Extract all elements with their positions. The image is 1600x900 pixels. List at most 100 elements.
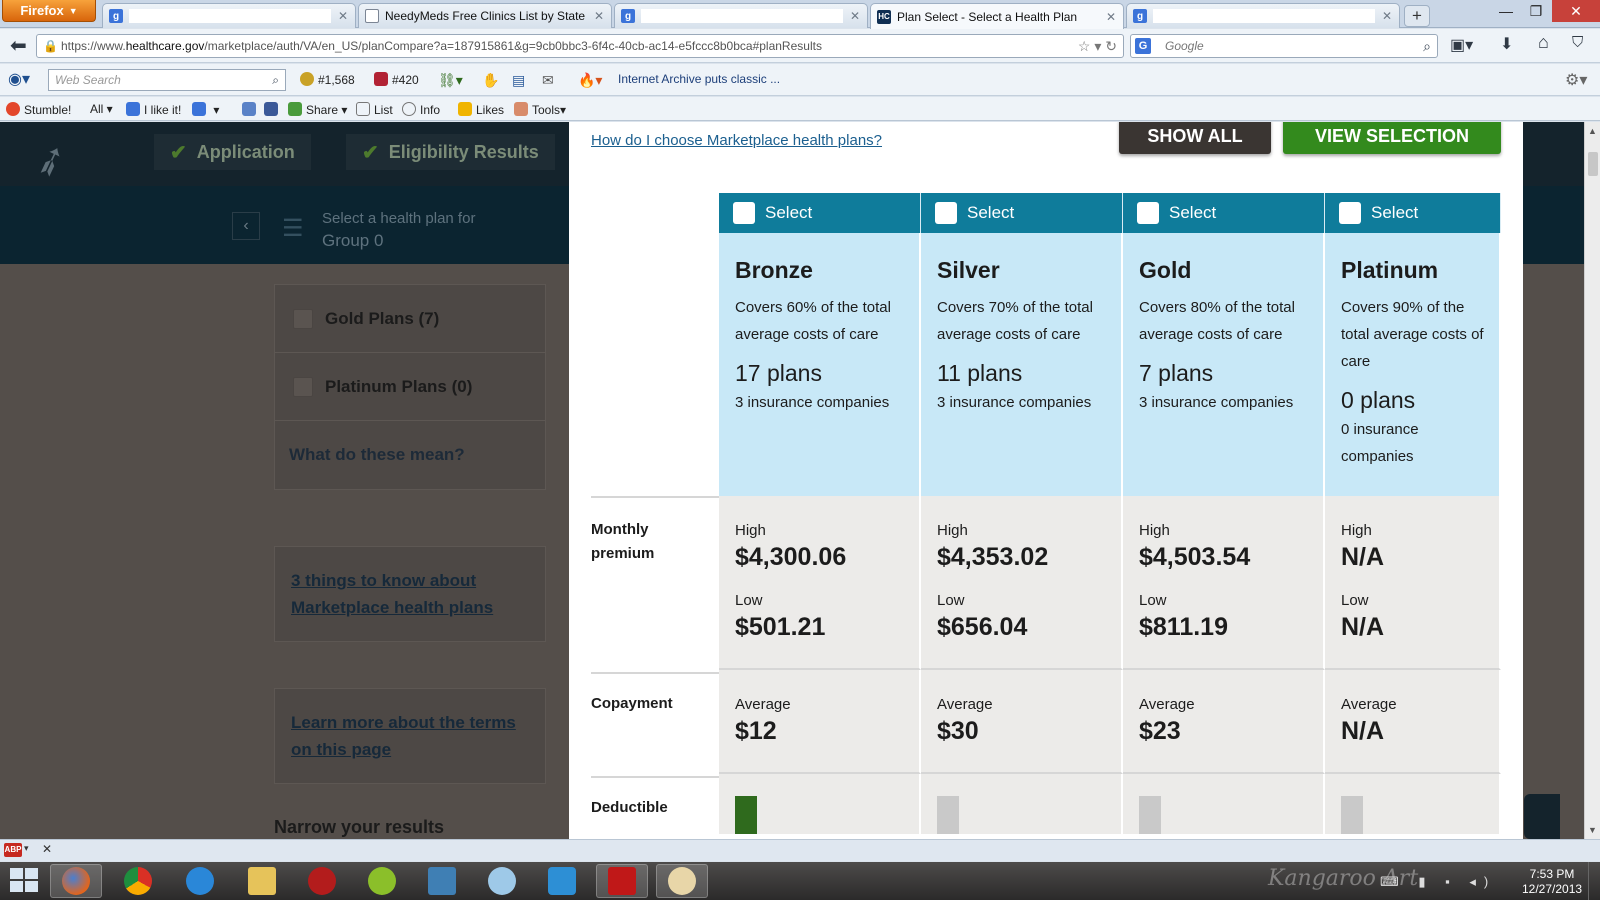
web-search-input[interactable]: Web Search ⌕ — [48, 69, 286, 91]
info-button[interactable]: Info — [402, 102, 440, 117]
close-tab-icon[interactable]: ✕ — [337, 9, 349, 23]
shield-icon[interactable]: ⛉ — [1572, 34, 1583, 51]
checkbox[interactable] — [1137, 202, 1159, 224]
home-icon[interactable]: ⌂ — [1538, 32, 1549, 53]
chevron-left-icon[interactable]: ‹ — [232, 212, 260, 240]
step-eligibility-results[interactable]: ✔ Eligibility Results — [346, 134, 555, 170]
new-tab-button[interactable]: + — [1404, 5, 1430, 27]
tier-info: Silver Covers 70% of the total average c… — [921, 233, 1123, 496]
all-dropdown[interactable]: All ▾ — [90, 102, 113, 116]
mail-icon[interactable]: ✉ — [542, 72, 554, 89]
minimize-icon[interactable]: — — [1490, 0, 1522, 22]
select-bronze[interactable]: Select — [719, 193, 921, 233]
taskbar-chrome[interactable] — [112, 864, 164, 898]
bookmark-star-icon[interactable]: ☆ ▾ ↻ — [1078, 35, 1117, 57]
share-button[interactable]: Share ▾ — [288, 102, 347, 117]
close-tab-icon[interactable]: ✕ — [849, 9, 861, 23]
list-button[interactable]: List — [356, 102, 393, 117]
rank-item[interactable]: #1,568 — [300, 72, 355, 87]
likes-button[interactable]: Likes — [458, 102, 504, 117]
browser-tab-2[interactable]: NeedyMeds Free Clinics List by State ✕ — [358, 3, 612, 28]
close-tab-icon[interactable]: ✕ — [1105, 10, 1117, 24]
taskbar-video[interactable] — [416, 864, 468, 898]
checkbox[interactable] — [293, 376, 313, 397]
chat-tab[interactable] — [1524, 794, 1560, 839]
filter-gold[interactable]: Gold Plans (7) — [275, 285, 545, 353]
search-icon[interactable]: ⌕ — [272, 70, 279, 90]
filter-platinum[interactable]: Platinum Plans (0) — [275, 353, 545, 421]
download-icon[interactable]: ⬇ — [1500, 34, 1513, 54]
taskbar-media[interactable] — [296, 864, 348, 898]
browser-tab-1[interactable]: g ✕ — [102, 3, 356, 28]
select-platinum[interactable]: Select — [1325, 193, 1501, 233]
clipboard-icon[interactable]: ▤ — [512, 72, 525, 89]
choose-plans-help-link[interactable]: How do I choose Marketplace health plans… — [591, 132, 882, 149]
taskbar-explorer[interactable] — [236, 864, 288, 898]
what-do-these-mean[interactable]: What do these mean? — [275, 421, 545, 489]
browser-tab-5[interactable]: g ✕ — [1126, 3, 1400, 28]
fire-icon[interactable]: 🔥▾ — [578, 72, 602, 89]
toolbar-logo-icon[interactable]: ◉▾ — [8, 69, 30, 89]
close-tab-icon[interactable]: ✕ — [593, 9, 605, 23]
back-arrow-icon[interactable]: ⬅ — [10, 33, 27, 58]
windows-start-icon[interactable] — [10, 868, 40, 894]
clock[interactable]: 7:53 PM 12/27/2013 — [1522, 867, 1582, 897]
chevron-down-icon[interactable]: ▾ — [24, 843, 29, 854]
step-application[interactable]: ✔ Application — [154, 134, 311, 170]
firefox-menu-button[interactable]: Firefox ▼ — [2, 0, 96, 22]
browser-tab-active[interactable]: HC Plan Select - Select a Health Plan ✕ — [870, 3, 1124, 29]
select-gold[interactable]: Select — [1123, 193, 1325, 233]
taskbar-disc[interactable] — [476, 864, 528, 898]
select-silver[interactable]: Select — [921, 193, 1123, 233]
news-ticker[interactable]: Internet Archive puts classic ... — [618, 72, 780, 86]
page-scrollbar[interactable]: ▲ ▼ — [1584, 122, 1600, 839]
tag-icon[interactable] — [242, 102, 260, 117]
checkbox[interactable] — [935, 202, 957, 224]
tools-icon — [514, 102, 528, 116]
hand-icon[interactable]: ✋ — [482, 72, 499, 89]
taskbar-itunes[interactable] — [356, 864, 408, 898]
checkbox[interactable] — [733, 202, 755, 224]
show-all-button[interactable]: SHOW ALL — [1119, 122, 1271, 154]
checkbox[interactable] — [293, 308, 313, 329]
i-like-it-button[interactable]: I like it! — [126, 102, 181, 117]
premium-low: $656.04 — [937, 613, 1028, 641]
taskbar-firefox[interactable] — [50, 864, 102, 898]
checkbox[interactable] — [1339, 202, 1361, 224]
stumbleupon-toolbar: Stumble! All ▾ I like it! ▾ Share ▾ List… — [0, 97, 1600, 121]
link-icon[interactable]: ⛓▾ — [438, 72, 463, 89]
close-icon[interactable]: ✕ — [42, 842, 52, 856]
flag-rank-item[interactable]: #420 — [374, 72, 419, 87]
system-tray[interactable]: ⌨ ▮ ▪ ◂) — [1380, 874, 1496, 890]
scroll-thumb[interactable] — [1588, 152, 1598, 176]
search-bar[interactable]: G Google ⌕ — [1130, 34, 1438, 58]
maximize-icon[interactable]: ❐ — [1520, 0, 1552, 22]
close-window-icon[interactable]: ✕ — [1552, 0, 1600, 22]
search-icon[interactable]: ⌕ — [1423, 35, 1431, 57]
bookmarks-icon[interactable]: ▣▾ — [1450, 35, 1473, 55]
taskbar-ie[interactable] — [174, 864, 226, 898]
taskbar-app[interactable] — [536, 864, 588, 898]
show-desktop-button[interactable] — [1588, 862, 1600, 900]
address-bar[interactable]: 🔒 https://www.healthcare.gov/marketplace… — [36, 34, 1124, 58]
facebook-icon[interactable] — [264, 102, 282, 117]
navigation-bar: ⬅ 🔒 https://www.healthcare.gov/marketpla… — [0, 29, 1600, 63]
three-things-link[interactable]: 3 things to know about Marketplace healt… — [275, 547, 545, 641]
gear-icon[interactable]: ⚙▾ — [1565, 70, 1587, 90]
search-engine-icon[interactable]: G — [1135, 38, 1151, 54]
adblock-icon[interactable]: ABP — [4, 843, 22, 857]
stumble-button[interactable]: Stumble! — [6, 102, 71, 117]
taskbar-acrobat[interactable] — [596, 864, 648, 898]
thumbs-down-button[interactable]: ▾ — [192, 102, 219, 117]
info-label: Info — [420, 103, 441, 117]
close-tab-icon[interactable]: ✕ — [1381, 9, 1393, 23]
taskbar-paint[interactable] — [656, 864, 708, 898]
scroll-up-icon[interactable]: ▲ — [1588, 126, 1597, 136]
scroll-down-icon[interactable]: ▼ — [1588, 825, 1597, 835]
tools-button[interactable]: Tools▾ — [514, 102, 566, 117]
learn-more-link[interactable]: Learn more about the terms on this page — [275, 689, 545, 783]
company-count: 0 insurance companies — [1341, 421, 1419, 465]
view-selection-button[interactable]: VIEW SELECTION — [1283, 122, 1501, 154]
tier-description: Covers 80% of the total average costs of… — [1139, 299, 1295, 343]
browser-tab-3[interactable]: g ✕ — [614, 3, 868, 28]
